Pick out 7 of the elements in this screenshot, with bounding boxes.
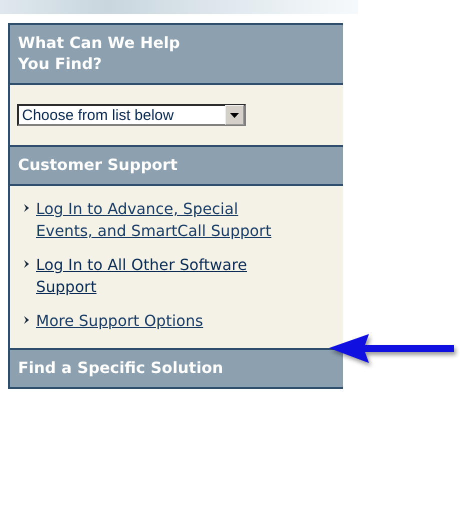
support-link[interactable]: Log In to Advance, Special Events, and SmartCall Support	[36, 198, 286, 242]
support-link[interactable]: More Support Options	[36, 310, 204, 332]
section-title: What Can We Help You Find?	[18, 33, 182, 75]
support-link[interactable]: Log In to All Other Software Support	[36, 254, 286, 298]
section-title: Customer Support	[18, 155, 178, 176]
dropdown-select[interactable]: Choose from list below	[17, 104, 246, 126]
section-title: Find a Specific Solution	[18, 358, 224, 379]
